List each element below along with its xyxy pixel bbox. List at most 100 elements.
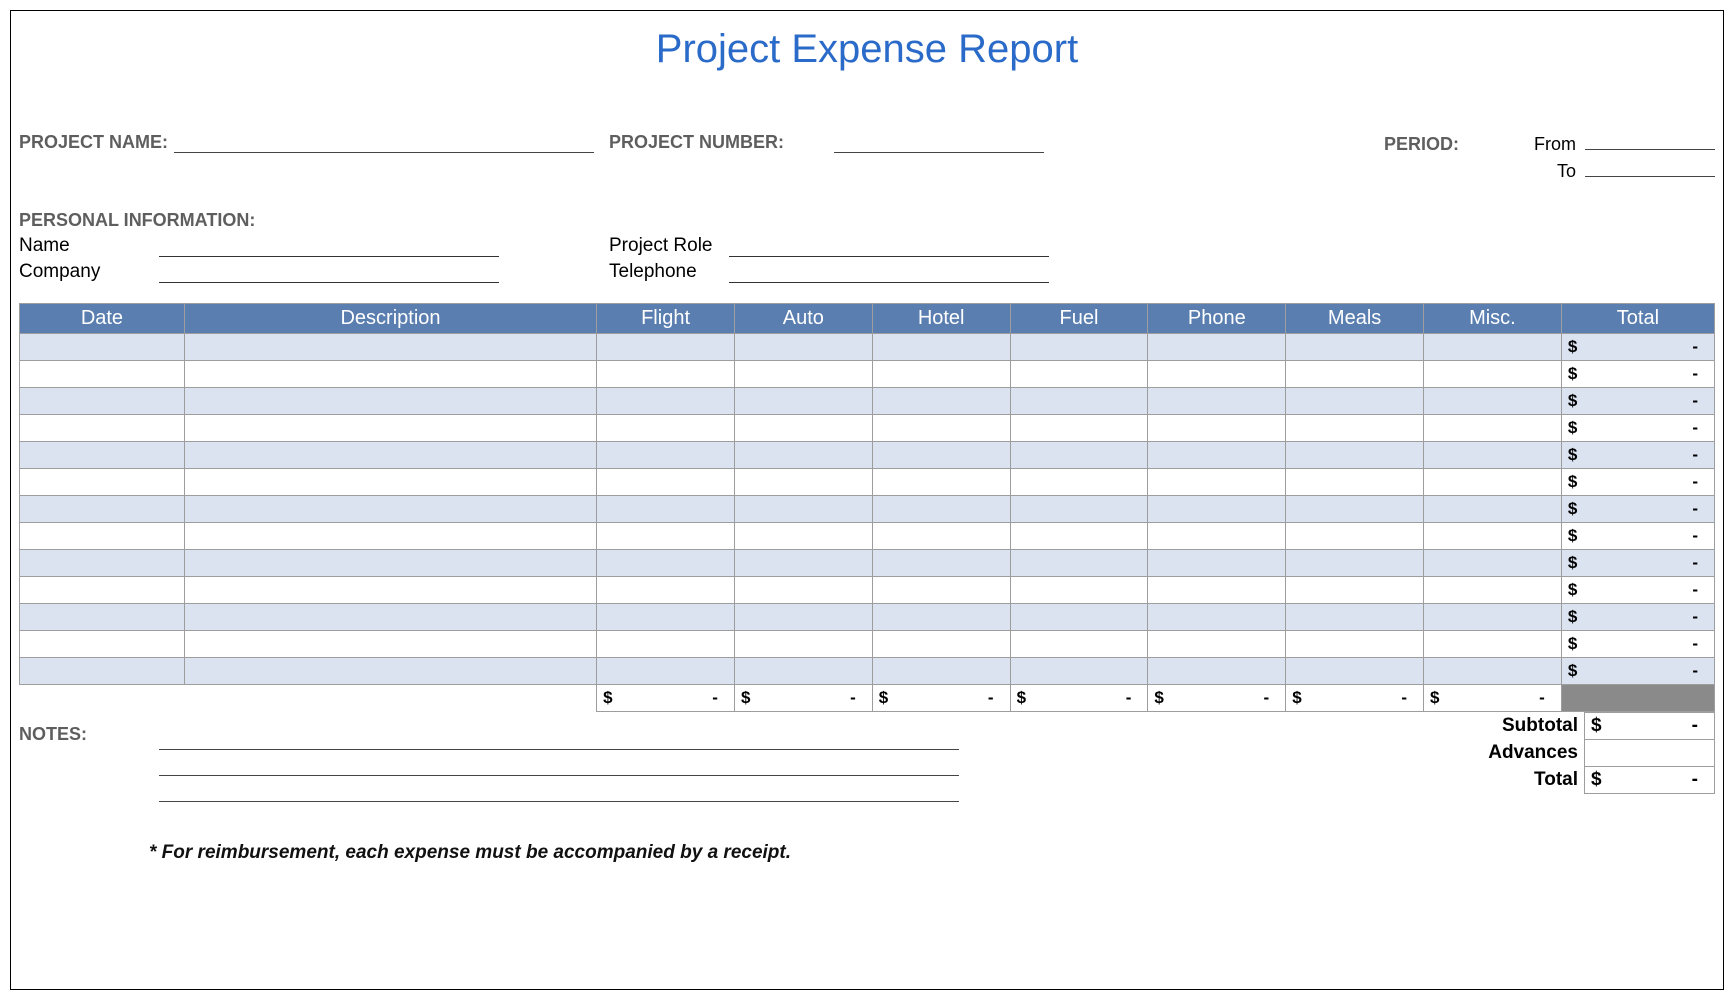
expense-cell[interactable] [872, 550, 1010, 577]
expense-cell[interactable] [1148, 442, 1286, 469]
expense-cell[interactable] [20, 496, 185, 523]
expense-cell[interactable] [1148, 496, 1286, 523]
expense-cell[interactable] [872, 631, 1010, 658]
expense-cell[interactable] [1148, 388, 1286, 415]
expense-cell[interactable] [734, 523, 872, 550]
notes-line-3[interactable] [159, 776, 959, 802]
expense-cell[interactable] [872, 469, 1010, 496]
expense-cell[interactable] [1424, 550, 1562, 577]
expense-cell[interactable] [184, 550, 596, 577]
expense-cell[interactable] [1148, 361, 1286, 388]
expense-cell[interactable] [1010, 604, 1148, 631]
expense-cell[interactable] [872, 442, 1010, 469]
expense-cell[interactable] [184, 523, 596, 550]
expense-cell[interactable] [734, 496, 872, 523]
expense-cell[interactable] [872, 334, 1010, 361]
expense-cell[interactable] [872, 658, 1010, 685]
expense-cell[interactable] [20, 415, 185, 442]
expense-cell[interactable] [734, 469, 872, 496]
expense-cell[interactable] [1148, 577, 1286, 604]
expense-cell[interactable] [184, 388, 596, 415]
expense-cell[interactable] [1010, 388, 1148, 415]
expense-cell[interactable] [734, 361, 872, 388]
expense-cell[interactable] [597, 604, 735, 631]
expense-cell[interactable] [20, 550, 185, 577]
expense-cell[interactable] [1148, 415, 1286, 442]
expense-cell[interactable] [597, 523, 735, 550]
expense-cell[interactable] [872, 415, 1010, 442]
expense-cell[interactable] [1010, 469, 1148, 496]
expense-cell[interactable] [1286, 550, 1424, 577]
company-input[interactable] [159, 282, 499, 283]
expense-cell[interactable] [1424, 415, 1562, 442]
expense-cell[interactable] [1424, 577, 1562, 604]
expense-cell[interactable] [1148, 604, 1286, 631]
expense-cell[interactable] [597, 631, 735, 658]
expense-cell[interactable] [872, 577, 1010, 604]
expense-cell[interactable] [597, 550, 735, 577]
expense-cell[interactable] [734, 577, 872, 604]
expense-cell[interactable] [872, 388, 1010, 415]
expense-cell[interactable] [1148, 334, 1286, 361]
expense-cell[interactable] [734, 604, 872, 631]
expense-cell[interactable] [1010, 361, 1148, 388]
expense-cell[interactable] [184, 361, 596, 388]
expense-cell[interactable] [1010, 334, 1148, 361]
expense-cell[interactable] [184, 577, 596, 604]
notes-line-1[interactable] [159, 724, 959, 750]
expense-cell[interactable] [597, 361, 735, 388]
expense-cell[interactable] [597, 658, 735, 685]
expense-cell[interactable] [1286, 361, 1424, 388]
expense-cell[interactable] [1148, 658, 1286, 685]
expense-cell[interactable] [1286, 523, 1424, 550]
project-number-input[interactable] [834, 135, 1044, 153]
expense-cell[interactable] [184, 658, 596, 685]
expense-cell[interactable] [1010, 442, 1148, 469]
expense-cell[interactable] [1010, 550, 1148, 577]
expense-cell[interactable] [1424, 658, 1562, 685]
expense-cell[interactable] [20, 442, 185, 469]
expense-cell[interactable] [1148, 469, 1286, 496]
expense-cell[interactable] [1286, 415, 1424, 442]
project-name-input[interactable] [174, 135, 594, 153]
expense-cell[interactable] [1010, 523, 1148, 550]
expense-cell[interactable] [1010, 415, 1148, 442]
expense-cell[interactable] [1148, 523, 1286, 550]
name-input[interactable] [159, 256, 499, 257]
telephone-input[interactable] [729, 282, 1049, 283]
expense-cell[interactable] [597, 334, 735, 361]
expense-cell[interactable] [597, 388, 735, 415]
expense-cell[interactable] [20, 523, 185, 550]
expense-cell[interactable] [872, 604, 1010, 631]
expense-cell[interactable] [1286, 658, 1424, 685]
expense-cell[interactable] [1286, 388, 1424, 415]
expense-cell[interactable] [1286, 334, 1424, 361]
expense-cell[interactable] [184, 415, 596, 442]
expense-cell[interactable] [184, 496, 596, 523]
expense-cell[interactable] [1148, 631, 1286, 658]
expense-cell[interactable] [597, 577, 735, 604]
expense-cell[interactable] [1286, 442, 1424, 469]
expense-cell[interactable] [1424, 496, 1562, 523]
expense-cell[interactable] [20, 334, 185, 361]
expense-cell[interactable] [20, 658, 185, 685]
expense-cell[interactable] [597, 415, 735, 442]
expense-cell[interactable] [1286, 577, 1424, 604]
expense-cell[interactable] [184, 604, 596, 631]
expense-cell[interactable] [1424, 604, 1562, 631]
expense-cell[interactable] [1286, 496, 1424, 523]
expense-cell[interactable] [20, 577, 185, 604]
expense-cell[interactable] [734, 631, 872, 658]
expense-cell[interactable] [1286, 604, 1424, 631]
expense-cell[interactable] [872, 523, 1010, 550]
expense-cell[interactable] [1424, 388, 1562, 415]
expense-cell[interactable] [734, 658, 872, 685]
expense-cell[interactable] [1424, 361, 1562, 388]
expense-cell[interactable] [734, 415, 872, 442]
expense-cell[interactable] [872, 496, 1010, 523]
expense-cell[interactable] [1148, 550, 1286, 577]
expense-cell[interactable] [1010, 631, 1148, 658]
to-input[interactable] [1585, 159, 1715, 177]
expense-cell[interactable] [734, 388, 872, 415]
expense-cell[interactable] [1010, 577, 1148, 604]
